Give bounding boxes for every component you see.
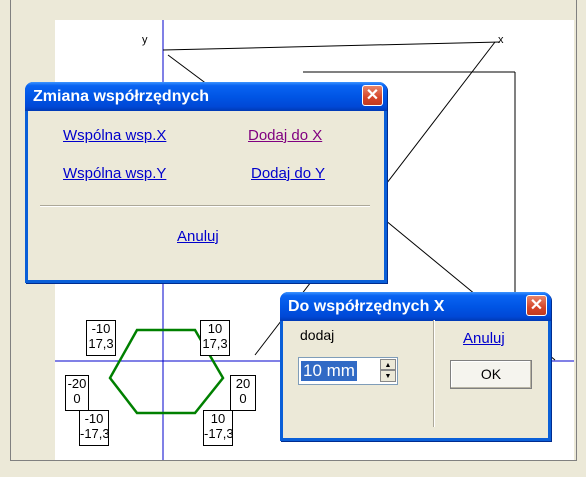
cancel-link[interactable]: Anuluj bbox=[463, 330, 505, 347]
spin-up-icon[interactable]: ▲ bbox=[380, 359, 396, 370]
separator bbox=[40, 205, 370, 207]
coord-label-x: 20 bbox=[235, 376, 251, 391]
coord-label: 10 17,3 bbox=[200, 320, 230, 356]
coord-label-y: 17,3 bbox=[202, 336, 228, 351]
coord-label-x: -10 bbox=[91, 321, 111, 336]
coord-label-y: 0 bbox=[73, 391, 81, 406]
coord-label-y: -17,3 bbox=[204, 426, 234, 441]
coord-label-y: 0 bbox=[239, 391, 247, 406]
dialog-title: Zmiana współrzędnych bbox=[33, 88, 210, 105]
coord-label-y: 17,3 bbox=[88, 336, 114, 351]
coord-label: -10 17,3 bbox=[86, 320, 116, 356]
amount-value: 10 mm bbox=[301, 361, 357, 381]
coord-label: 20 0 bbox=[230, 375, 256, 411]
coord-label-x: 10 bbox=[210, 411, 226, 426]
amount-input[interactable]: 10 mm ▲ ▼ bbox=[298, 357, 398, 385]
common-x-link[interactable]: Wspólna wsp.X bbox=[63, 127, 166, 144]
common-y-link[interactable]: Wspólna wsp.Y bbox=[63, 165, 166, 182]
coord-label: -20 0 bbox=[65, 375, 89, 411]
dialog-title-bar[interactable]: Zmiana współrzędnych ✕ bbox=[25, 82, 387, 111]
coord-label: -10 -17,3 bbox=[79, 410, 110, 446]
dialog-title: Do współrzędnych X bbox=[288, 298, 445, 315]
coord-label-y: -17,3 bbox=[80, 426, 110, 441]
spin-buttons: ▲ ▼ bbox=[380, 359, 396, 383]
coord-label-x: -20 bbox=[67, 376, 87, 391]
ok-button[interactable]: OK bbox=[450, 360, 532, 389]
coord-label-x: -10 bbox=[84, 411, 104, 426]
close-icon[interactable]: ✕ bbox=[526, 295, 547, 316]
change-coordinates-dialog: Zmiana współrzędnych ✕ Wspólna wsp.X Dod… bbox=[25, 82, 387, 283]
add-field-label: dodaj bbox=[300, 327, 335, 343]
add-to-x-link[interactable]: Dodaj do X bbox=[248, 127, 322, 144]
close-icon[interactable]: ✕ bbox=[362, 85, 383, 106]
x-axis-letter: x bbox=[498, 34, 504, 46]
coord-label-x: 10 bbox=[207, 321, 223, 336]
add-to-y-link[interactable]: Dodaj do Y bbox=[251, 165, 325, 182]
add-to-x-dialog: Do współrzędnych X ✕ dodaj 10 mm ▲ ▼ Anu… bbox=[280, 292, 551, 441]
diagonal-line bbox=[162, 41, 501, 51]
spin-down-icon[interactable]: ▼ bbox=[380, 370, 396, 382]
vertical-separator bbox=[433, 320, 435, 427]
dialog-title-bar[interactable]: Do współrzędnych X ✕ bbox=[280, 292, 551, 321]
coord-label: 10 -17,3 bbox=[203, 410, 234, 446]
y-axis-letter: y bbox=[142, 34, 148, 46]
cancel-link[interactable]: Anuluj bbox=[177, 228, 219, 245]
